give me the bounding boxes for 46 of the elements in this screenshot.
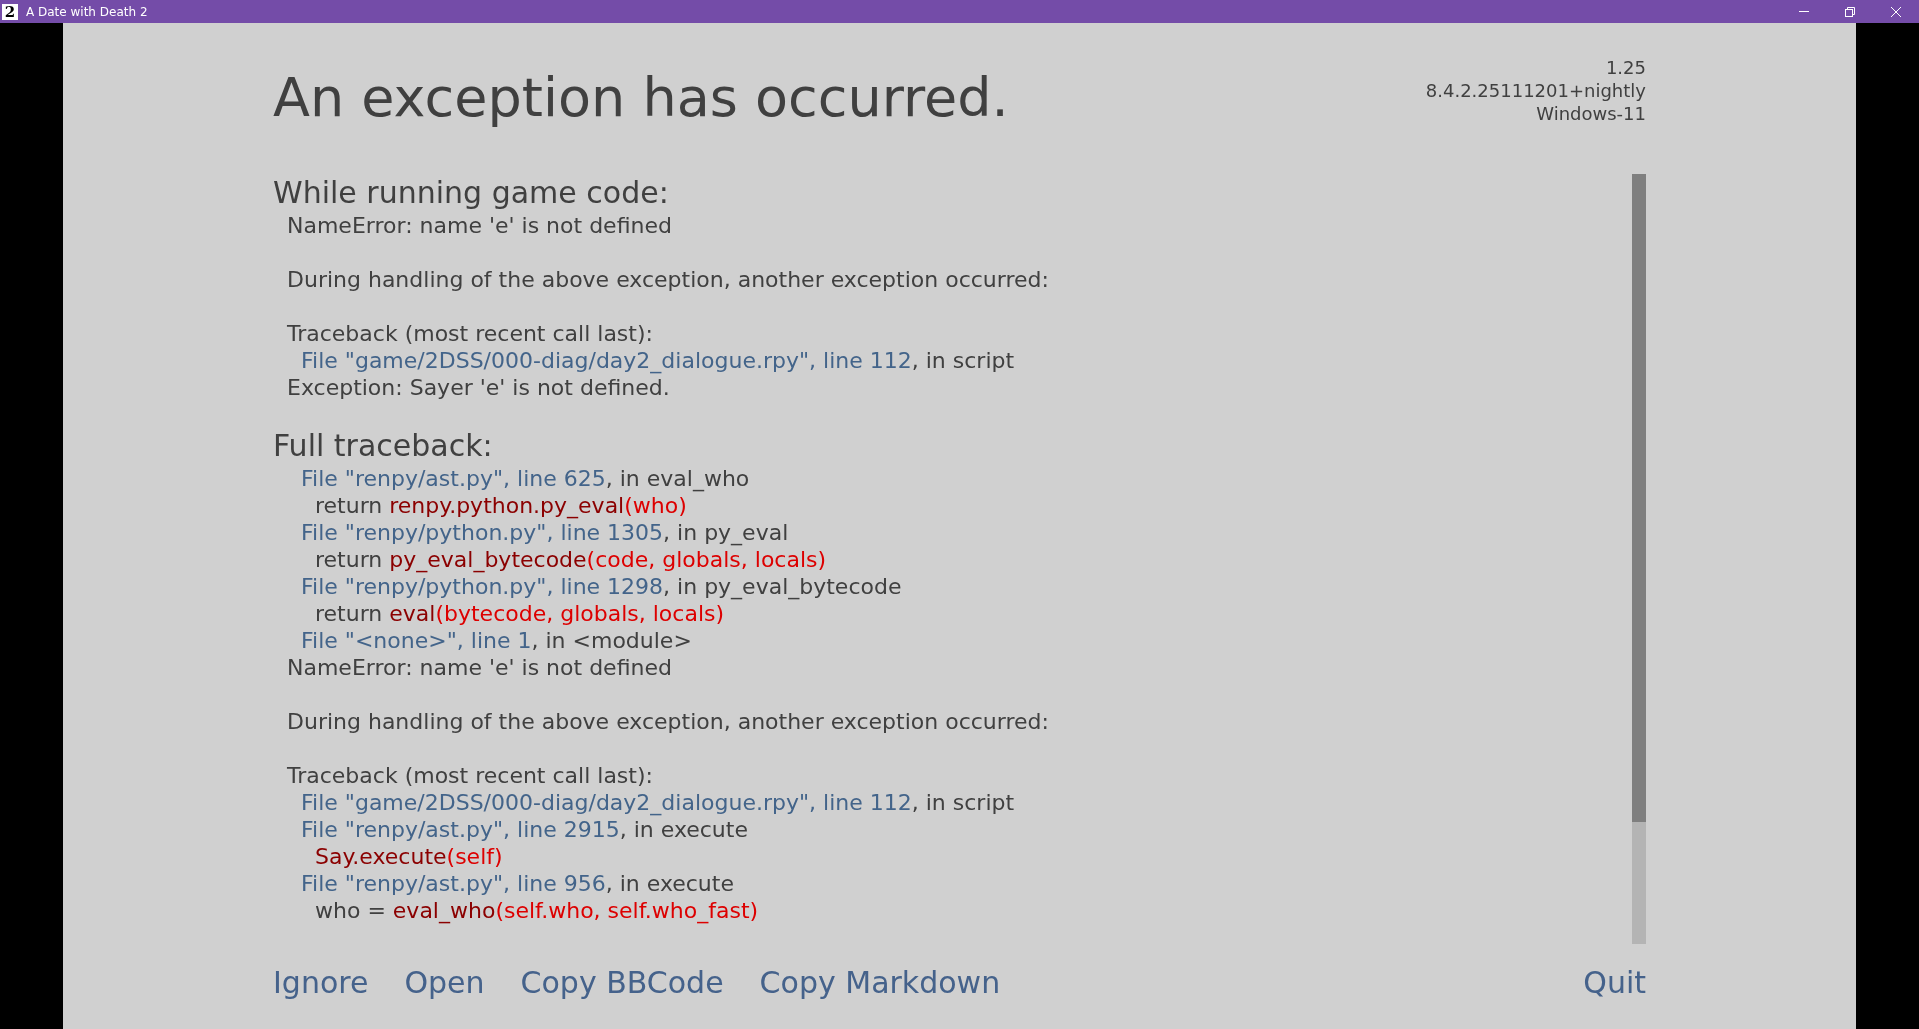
file-link[interactable]: File "renpy/ast.py", line 956: [301, 871, 606, 896]
traceback-text: , in execute: [605, 871, 734, 896]
action-link[interactable]: Ignore: [273, 964, 369, 1002]
file-link[interactable]: File "renpy/ast.py", line 2915: [301, 817, 620, 842]
window-title: A Date with Death 2: [26, 4, 149, 19]
version-text: 1.25: [1605, 56, 1646, 79]
traceback-text: Exception: Sayer 'e' is not defined.: [287, 374, 670, 401]
action-link[interactable]: Copy Markdown: [759, 964, 1001, 1002]
section-heading: While running game code:: [273, 174, 670, 212]
code-line: return py_eval_bytecode(code, globals, locals): [314, 546, 827, 573]
action-link[interactable]: Quit: [1583, 964, 1646, 1002]
traceback-text: , in script: [911, 348, 1015, 373]
close-icon: [1891, 6, 1901, 17]
error-heading: An exception has occurred.: [273, 68, 1009, 128]
scrollbar[interactable]: [1632, 174, 1646, 944]
code-line: Say.execute(self): [314, 843, 503, 870]
action-link[interactable]: Open: [404, 964, 485, 1002]
app-icon: 2: [2, 3, 18, 20]
traceback-text: , in script: [911, 790, 1015, 815]
file-link[interactable]: File "game/2DSS/000-diag/day2_dialogue.rpy", line 112: [301, 348, 912, 373]
minimize-icon: [1799, 11, 1809, 12]
traceback-text: Traceback (most recent call last):: [287, 762, 653, 789]
file-link[interactable]: File "renpy/ast.py", line 625: [301, 466, 606, 491]
traceback-text: , in <module>: [531, 628, 692, 653]
section-heading: Full traceback:: [273, 427, 494, 465]
traceback-text: Traceback (most recent call last):: [287, 320, 653, 347]
action-link[interactable]: Copy BBCode: [520, 964, 724, 1002]
code-line: return renpy.python.py_eval(who): [314, 492, 687, 519]
code-line: return eval(bytecode, globals, locals): [314, 600, 725, 627]
traceback-text: During handling of the above exception, another exception occurred:: [287, 708, 1049, 735]
scrollbar-thumb[interactable]: [1632, 174, 1646, 822]
traceback-text: , in execute: [619, 817, 748, 842]
traceback-text: , in py_eval: [663, 520, 789, 545]
traceback-text: , in py_eval_bytecode: [663, 574, 902, 599]
version-text: Windows-11: [1536, 102, 1646, 125]
code-line: who = eval_who(self.who, self.who_fast): [314, 897, 759, 924]
traceback-text: NameError: name 'e' is not defined: [287, 212, 672, 239]
traceback-text: During handling of the above exception, another exception occurred:: [287, 266, 1049, 293]
file-link[interactable]: File "game/2DSS/000-diag/day2_dialogue.rpy", line 112: [301, 790, 912, 815]
restore-icon: [1845, 6, 1855, 17]
traceback-text: , in eval_who: [605, 466, 750, 491]
file-link[interactable]: File "renpy/python.py", line 1305: [301, 520, 664, 545]
version-text: 8.4.2.25111201+nightly: [1425, 79, 1646, 102]
file-link[interactable]: File "<none>", line 1: [301, 628, 532, 653]
traceback-text: NameError: name 'e' is not defined: [287, 654, 672, 681]
file-link[interactable]: File "renpy/python.py", line 1298: [301, 574, 664, 599]
